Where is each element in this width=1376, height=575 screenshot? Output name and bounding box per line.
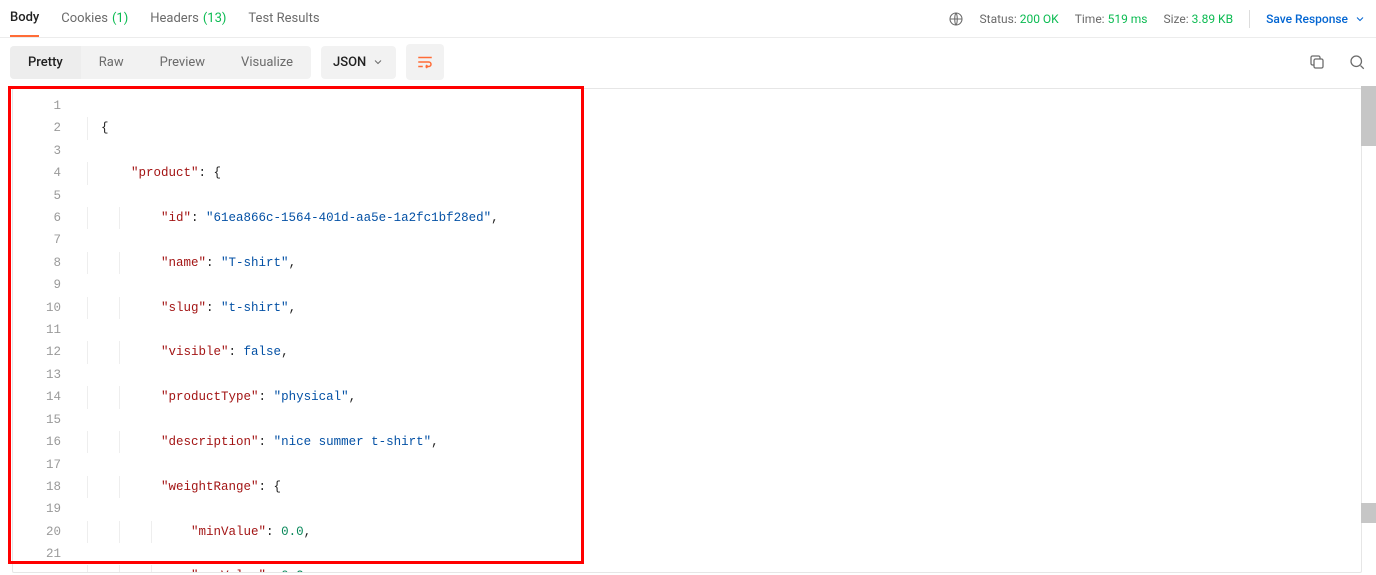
search-icon [1348, 53, 1366, 71]
code-line: "id": "61ea866c-1564-401d-aa5e-1a2fc1bf2… [71, 207, 1361, 229]
json-editor[interactable]: 1 2 3 4 5 6 7 8 9 10 11 12 13 14 15 16 1… [12, 88, 1362, 573]
tab-cookies-label: Cookies [61, 11, 108, 26]
code-line: "product": { [71, 162, 1361, 184]
code-line: "description": "nice summer t-shirt", [71, 431, 1361, 453]
search-button[interactable] [1348, 53, 1366, 71]
code-scroll[interactable]: 1 2 3 4 5 6 7 8 9 10 11 12 13 14 15 16 1… [0, 86, 1376, 575]
view-raw[interactable]: Raw [81, 46, 142, 79]
view-preview[interactable]: Preview [142, 46, 223, 79]
chevron-down-icon [1354, 13, 1366, 25]
divider [1249, 10, 1250, 28]
tab-cookies[interactable]: Cookies (1) [61, 0, 128, 37]
chevron-down-icon [372, 56, 384, 68]
tab-body-label: Body [10, 10, 39, 25]
response-tabs-bar: Body Cookies (1) Headers (13) Test Results… [0, 0, 1376, 38]
code-area: 1 2 3 4 5 6 7 8 9 10 11 12 13 14 15 16 1… [0, 86, 1376, 575]
globe-icon[interactable] [948, 11, 964, 27]
save-response-button[interactable]: Save Response [1266, 12, 1366, 26]
view-pretty[interactable]: Pretty [10, 46, 81, 79]
scrollbar[interactable] [1361, 86, 1376, 575]
code-lines: { "product": { "id": "61ea866c-1564-401d… [71, 89, 1361, 573]
code-line: "productType": "physical", [71, 386, 1361, 408]
tab-headers[interactable]: Headers (13) [150, 0, 226, 37]
tab-body[interactable]: Body [10, 0, 39, 37]
tab-headers-label: Headers [150, 11, 199, 26]
scrollbar-marker [1361, 503, 1376, 523]
wrap-icon [416, 53, 434, 71]
code-line: "slug": "t-shirt", [71, 297, 1361, 319]
code-line: { [71, 117, 1361, 139]
response-tabs: Body Cookies (1) Headers (13) Test Results [10, 0, 320, 37]
view-mode-group: Pretty Raw Preview Visualize [10, 46, 311, 79]
scrollbar-thumb[interactable] [1361, 86, 1376, 146]
toolbar-left: Pretty Raw Preview Visualize JSON [10, 44, 444, 80]
tab-cookies-count: (1) [112, 11, 128, 26]
code-line: "minValue": 0.0, [71, 521, 1361, 543]
code-line: "weightRange": { [71, 476, 1361, 498]
copy-icon [1308, 53, 1326, 71]
save-response-label: Save Response [1266, 12, 1348, 26]
code-line: "maxValue": 0.2 [71, 565, 1361, 573]
line-gutter: 1 2 3 4 5 6 7 8 9 10 11 12 13 14 15 16 1… [13, 89, 71, 566]
wrap-lines-button[interactable] [406, 44, 444, 80]
code-line: "name": "T-shirt", [71, 252, 1361, 274]
body-toolbar: Pretty Raw Preview Visualize JSON [0, 38, 1376, 86]
copy-button[interactable] [1308, 53, 1326, 71]
tab-test-results[interactable]: Test Results [248, 0, 319, 37]
status-area: Status: 200 OK Time: 519 ms Size: 3.89 K… [948, 10, 1366, 28]
view-visualize[interactable]: Visualize [223, 46, 311, 79]
tab-test-results-label: Test Results [248, 11, 319, 26]
code-line: "visible": false, [71, 341, 1361, 363]
status-time: Time: 519 ms [1075, 12, 1148, 26]
format-select-label: JSON [333, 55, 366, 70]
toolbar-right [1308, 53, 1366, 71]
status-code: Status: 200 OK [980, 12, 1059, 26]
status-size: Size: 3.89 KB [1164, 12, 1234, 26]
tab-headers-count: (13) [203, 11, 227, 26]
format-select[interactable]: JSON [321, 46, 396, 79]
